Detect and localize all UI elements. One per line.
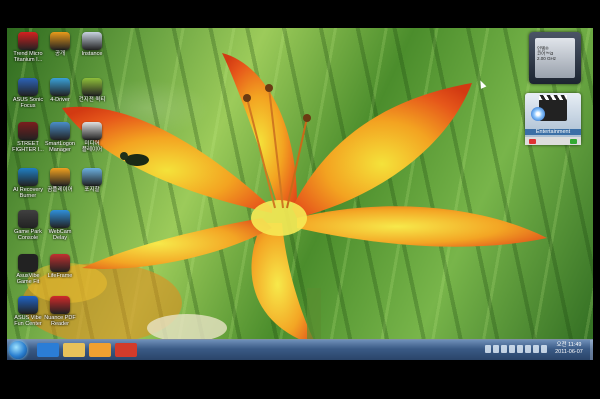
app-icon — [50, 122, 70, 140]
desktop-icon-lifeframe[interactable]: LifeFrame — [41, 254, 79, 279]
start-button[interactable] — [9, 341, 27, 359]
app-icon — [50, 78, 70, 96]
desktop-icon-label: LifeFrame — [47, 273, 73, 279]
volume-icon[interactable] — [533, 345, 539, 353]
entertainment-label: Entertainment — [525, 129, 581, 135]
desktop-icon-label: 포지할 — [84, 187, 100, 193]
tray-icon[interactable] — [501, 345, 507, 353]
entertainment-controls — [525, 137, 581, 145]
explorer-icon[interactable] — [63, 343, 85, 357]
desktop-icon-pojihal[interactable]: 포지할 — [73, 168, 111, 193]
desktop-icon-quick[interactable]: 건지전 퀵티 — [73, 78, 111, 103]
app-icon — [50, 254, 70, 272]
app-icon — [82, 32, 102, 50]
clock-date: 2011-06-07 — [555, 349, 583, 355]
desktop-icon-label: 미디어 플레이어 — [81, 141, 103, 153]
desktop-icon-label: Instance — [81, 51, 103, 57]
taskbar: 오전 11:49 2011-06-07 — [7, 339, 593, 360]
close-icon[interactable] — [529, 138, 536, 144]
desktop-screen: Trend Micro Titanium I... 공개 Instance AS… — [7, 28, 593, 360]
clock[interactable]: 오전 11:49 2011-06-07 — [549, 342, 589, 356]
app-icon — [50, 296, 70, 314]
ie-icon[interactable] — [37, 343, 59, 357]
app-icon — [82, 168, 102, 186]
app-icon — [50, 210, 70, 228]
media-center-icon[interactable] — [115, 343, 137, 357]
desktop-icon-nuance-pdf[interactable]: Nuance PDF Reader — [41, 296, 79, 327]
app-icon — [82, 122, 102, 140]
media-player-icon[interactable] — [89, 343, 111, 357]
cpu-gadget-text: 인텔® 코어™i3 2.00 GHz — [537, 46, 557, 61]
desktop-icon-instance[interactable]: Instance — [73, 32, 111, 57]
desktop-icon-webcam[interactable]: WebCam Delay — [41, 210, 79, 241]
app-icon — [50, 168, 70, 186]
desktop-icon-media-player[interactable]: 미디어 플레이어 — [73, 122, 111, 153]
tray-icon[interactable] — [509, 345, 515, 353]
battery-icon[interactable] — [541, 345, 547, 353]
desktop-icon-grid: Trend Micro Titanium I... 공개 Instance AS… — [7, 28, 105, 340]
app-icon — [18, 254, 38, 272]
app-icon — [18, 210, 38, 228]
show-desktop-button[interactable] — [590, 340, 593, 360]
network-icon[interactable] — [525, 345, 531, 353]
app-icon — [50, 32, 70, 50]
entertainment-gadget[interactable]: Entertainment — [525, 93, 581, 145]
cpu-gadget[interactable]: 인텔® 코어™i3 2.00 GHz — [529, 32, 581, 84]
app-icon — [82, 78, 102, 96]
tray-icon[interactable] — [485, 345, 491, 353]
disc-icon — [531, 107, 545, 121]
app-icon — [18, 122, 38, 140]
play-icon[interactable] — [570, 138, 577, 144]
clock-time: 오전 11:49 — [556, 342, 582, 348]
tray-icon[interactable] — [517, 345, 523, 353]
system-tray — [485, 345, 547, 355]
desktop-icon-label: 건지전 퀵티 — [78, 97, 106, 103]
tray-icon[interactable] — [493, 345, 499, 353]
trend-micro-icon — [18, 32, 38, 50]
desktop-icon-label: WebCam Delay — [48, 229, 72, 241]
app-icon — [18, 78, 38, 96]
desktop-icon-label: Nuance PDF Reader — [44, 315, 76, 327]
app-icon — [18, 168, 38, 186]
app-icon — [18, 296, 38, 314]
